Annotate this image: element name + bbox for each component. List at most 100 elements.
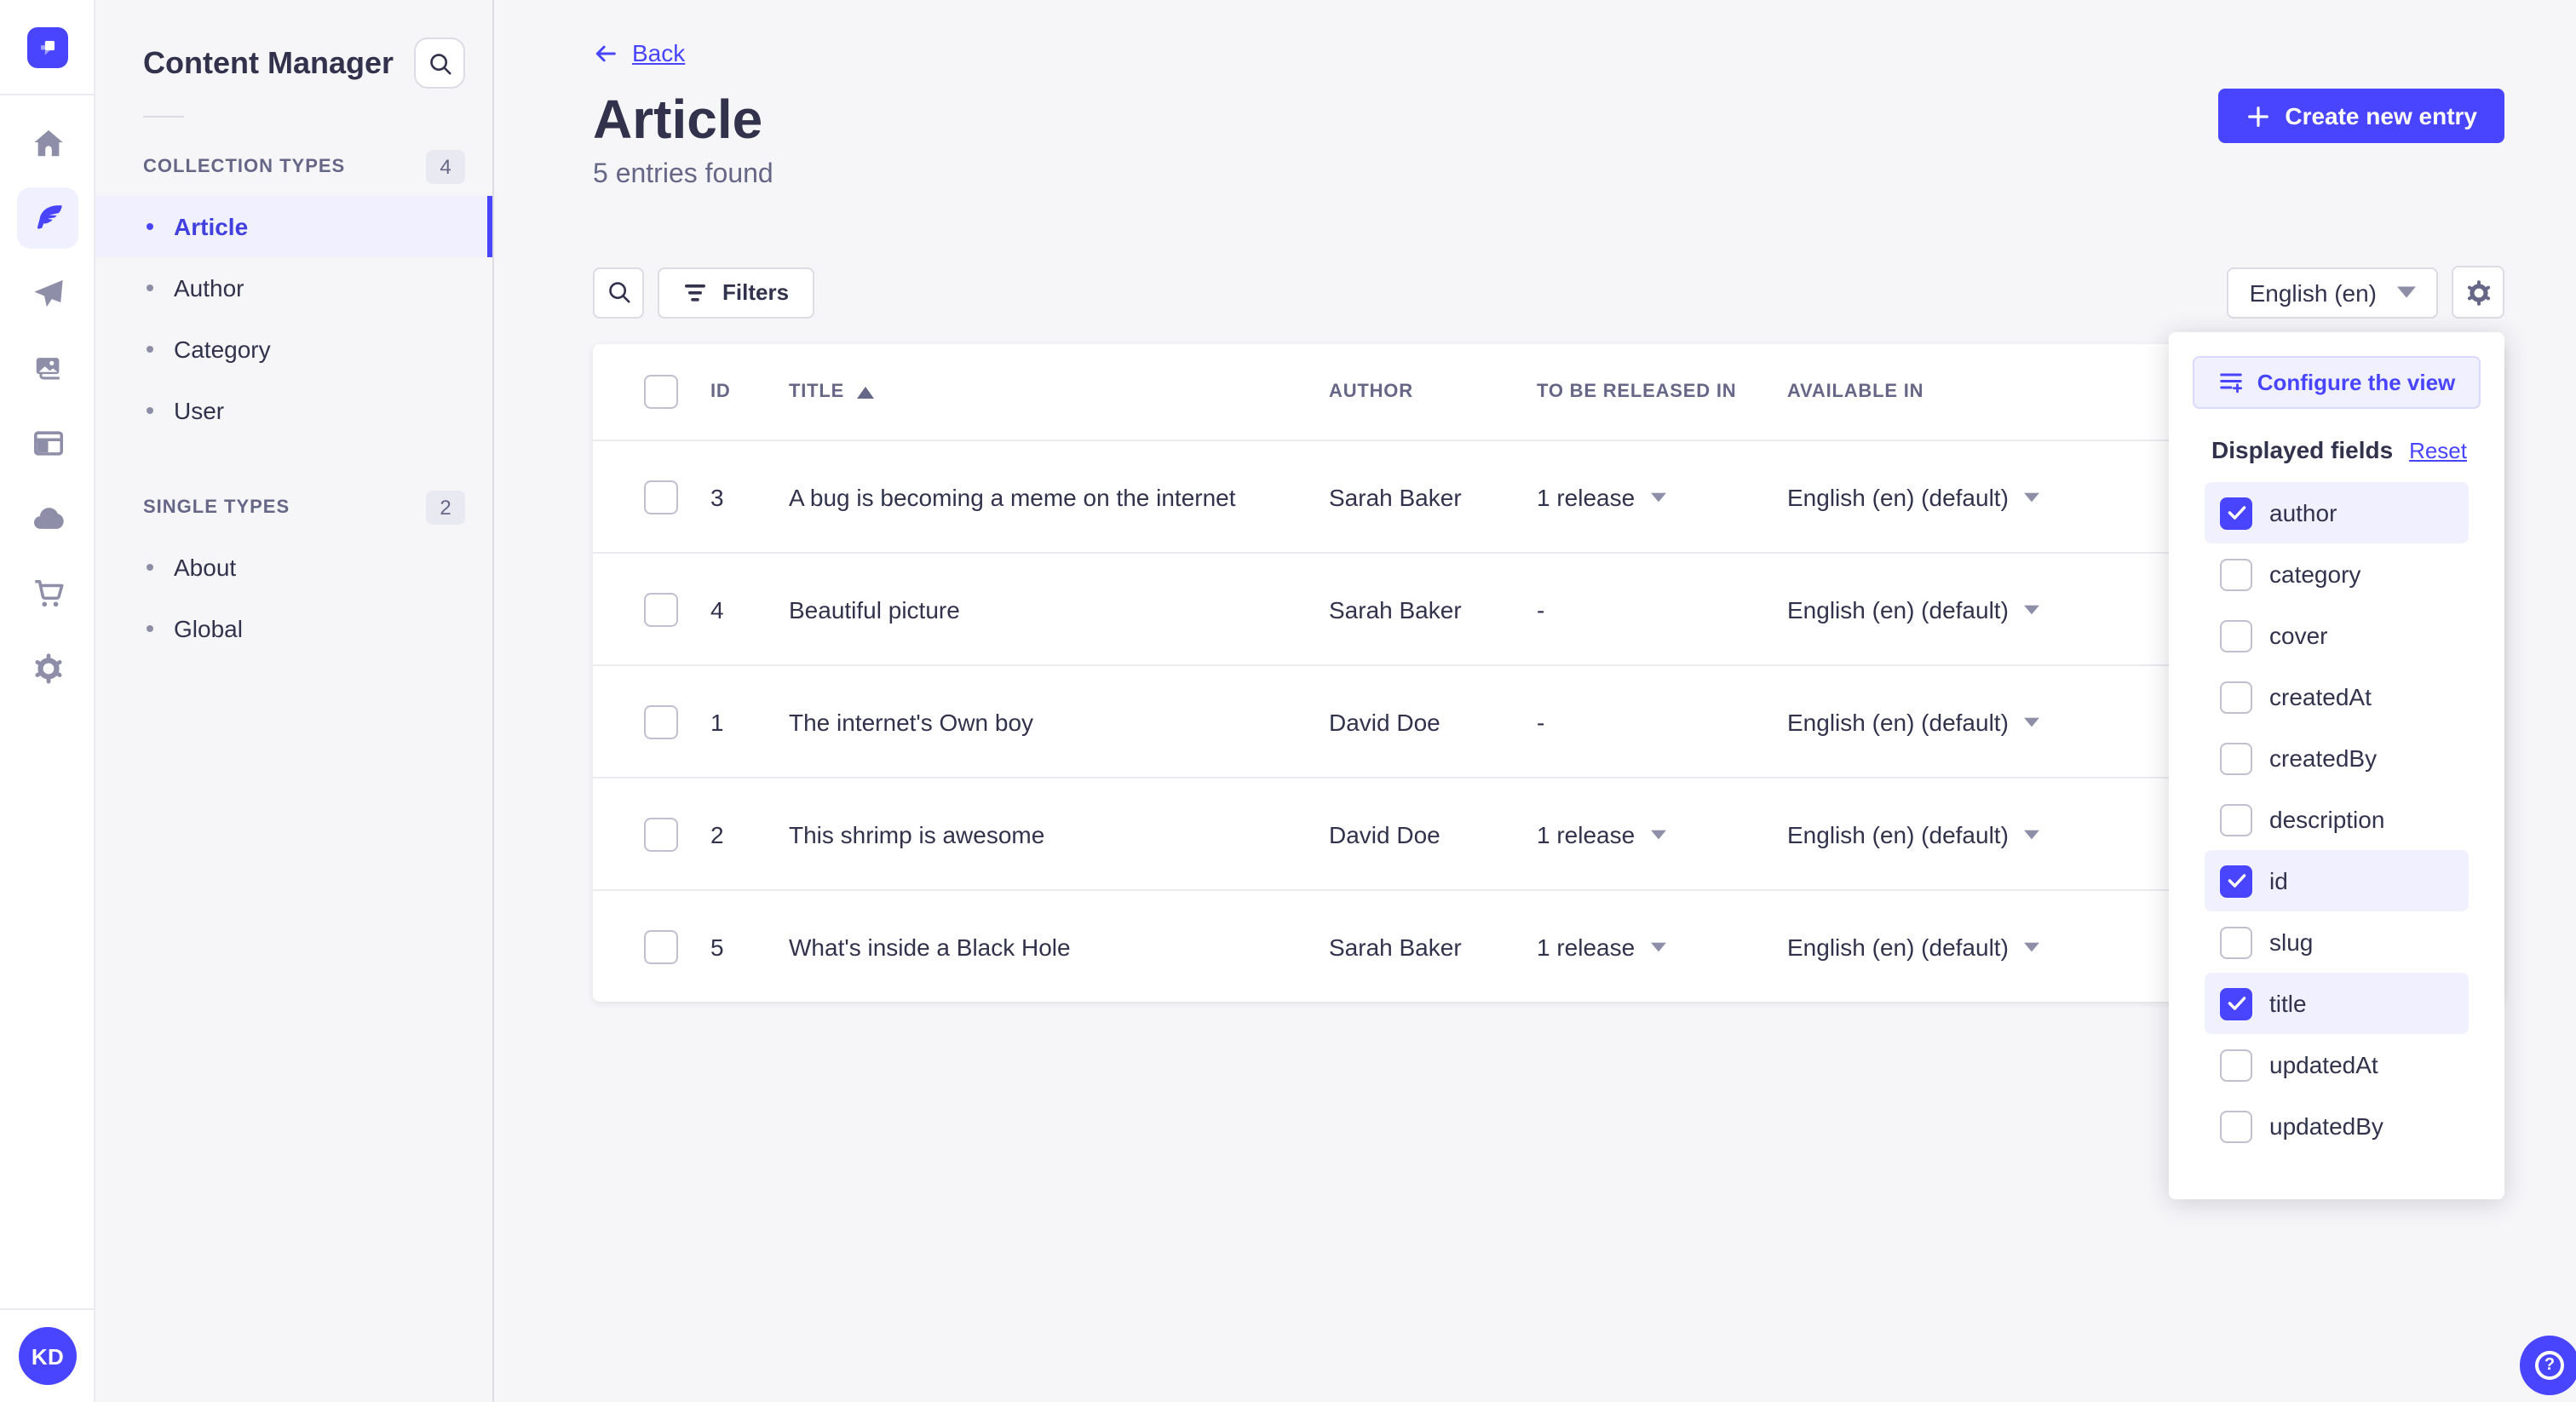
cell-title: This shrimp is awesome: [789, 820, 1045, 848]
field-label: category: [2269, 560, 2361, 588]
field-option-author[interactable]: author: [2205, 482, 2469, 543]
back-label: Back: [632, 39, 686, 66]
page-title: Article: [593, 89, 763, 150]
section-label-single-types: SINGLE TYPES: [143, 497, 290, 518]
home-icon[interactable]: [17, 112, 78, 174]
cell-to-be-released-in[interactable]: 1 release: [1537, 933, 1755, 960]
chevron-down-icon: [2024, 604, 2039, 614]
rail-footer: KD: [0, 1308, 95, 1402]
chevron-down-icon: [2397, 286, 2416, 298]
chevron-down-icon: [2024, 716, 2039, 727]
cell-to-be-released-in[interactable]: 1 release: [1537, 483, 1755, 510]
cell-author: David Doe: [1329, 708, 1440, 735]
checkbox-icon: [2220, 681, 2252, 713]
row-checkbox[interactable]: [644, 704, 678, 738]
chevron-down-icon: [1650, 941, 1665, 951]
gear-icon: [2464, 279, 2492, 306]
checkbox-icon: [2220, 803, 2252, 836]
field-label: updatedAt: [2269, 1051, 2378, 1078]
locale-cell-value: English (en) (default): [1787, 483, 2009, 510]
chevron-down-icon: [2024, 829, 2039, 839]
media-library-icon[interactable]: [17, 337, 78, 399]
cell-to-be-released-in: -: [1537, 595, 1545, 623]
locale-select[interactable]: English (en): [2227, 267, 2438, 318]
row-checkbox[interactable]: [644, 480, 678, 514]
view-settings-button[interactable]: [2452, 266, 2504, 319]
locale-value: English (en): [2249, 279, 2377, 306]
sidebar-title: Content Manager: [143, 45, 394, 79]
row-checkbox[interactable]: [644, 817, 678, 851]
content-type-builder-icon[interactable]: [17, 412, 78, 474]
releases-icon[interactable]: [17, 262, 78, 324]
entries-count: 5 entries found: [593, 160, 773, 189]
field-option-slug[interactable]: slug: [2205, 911, 2469, 973]
sidebar-item-about[interactable]: About: [95, 537, 492, 598]
bullet-icon: [147, 564, 153, 571]
field-option-description[interactable]: description: [2205, 789, 2469, 850]
content-manager-icon[interactable]: [17, 187, 78, 249]
column-header-title[interactable]: TITLE: [789, 382, 1297, 402]
create-new-entry-button[interactable]: Create new entry: [2218, 89, 2504, 143]
back-link[interactable]: Back: [593, 39, 685, 66]
sidebar-item-label: Author: [174, 274, 244, 302]
locale-cell-value: English (en) (default): [1787, 820, 2009, 848]
field-label: author: [2269, 499, 2337, 526]
strapi-logo[interactable]: [26, 26, 67, 67]
collection-types-list: Article Author Category User: [95, 196, 492, 441]
sidebar-item-author[interactable]: Author: [95, 257, 492, 319]
avatar[interactable]: KD: [19, 1327, 77, 1385]
field-option-createdBy[interactable]: createdBy: [2205, 727, 2469, 789]
column-header-author[interactable]: AUTHOR: [1329, 382, 1504, 402]
sort-ascending-icon: [856, 386, 874, 398]
settings-icon[interactable]: [17, 637, 78, 698]
filters-label: Filters: [722, 279, 790, 305]
chevron-down-icon: [2024, 491, 2039, 502]
sidebar-item-category[interactable]: Category: [95, 319, 492, 380]
search-icon: [606, 279, 631, 305]
release-value: 1 release: [1537, 820, 1636, 848]
field-label: description: [2269, 806, 2385, 833]
cell-title: What's inside a Black Hole: [789, 933, 1071, 960]
locale-cell-value: English (en) (default): [1787, 708, 2009, 735]
select-all-checkbox[interactable]: [644, 375, 678, 409]
field-option-createdAt[interactable]: createdAt: [2205, 666, 2469, 727]
sidebar-item-article[interactable]: Article: [95, 196, 492, 257]
bullet-icon: [147, 284, 153, 291]
cell-title: Beautiful picture: [789, 595, 960, 623]
field-option-updatedBy[interactable]: updatedBy: [2205, 1095, 2469, 1157]
help-button[interactable]: ?: [2520, 1336, 2576, 1395]
filter-icon: [685, 284, 705, 301]
checkbox-icon: [2220, 742, 2252, 774]
sidebar-item-user[interactable]: User: [95, 380, 492, 441]
configure-view-popover: Configure the view Displayed fields Rese…: [2169, 332, 2504, 1199]
locale-cell-value: English (en) (default): [1787, 595, 2009, 623]
cell-author: Sarah Baker: [1329, 483, 1462, 510]
field-option-cover[interactable]: cover: [2205, 605, 2469, 666]
field-option-title[interactable]: title: [2205, 973, 2469, 1034]
cell-id: 3: [710, 483, 724, 510]
filters-button[interactable]: Filters: [658, 267, 815, 318]
chevron-down-icon: [1650, 829, 1665, 839]
field-option-updatedAt[interactable]: updatedAt: [2205, 1034, 2469, 1095]
sidebar-item-global[interactable]: Global: [95, 598, 492, 659]
cell-to-be-released-in[interactable]: 1 release: [1537, 820, 1755, 848]
column-header-to-be-released-in[interactable]: TO BE RELEASED IN: [1537, 382, 1755, 402]
bullet-icon: [147, 346, 153, 353]
field-option-category[interactable]: category: [2205, 543, 2469, 605]
marketplace-icon[interactable]: [17, 562, 78, 623]
field-option-id[interactable]: id: [2205, 850, 2469, 911]
reset-link[interactable]: Reset: [2409, 437, 2467, 463]
bullet-icon: [147, 223, 153, 230]
logo-section: [0, 0, 94, 95]
cloud-icon[interactable]: [17, 487, 78, 549]
search-icon: [427, 50, 452, 76]
configure-the-view-button[interactable]: Configure the view: [2193, 356, 2481, 409]
table-search-button[interactable]: [593, 267, 644, 318]
sidebar-search-button[interactable]: [414, 37, 465, 89]
rail-nav: [0, 112, 95, 698]
cell-author: David Doe: [1329, 820, 1440, 848]
sidebar-item-label: User: [174, 397, 225, 424]
column-header-id[interactable]: ID: [710, 382, 756, 402]
row-checkbox[interactable]: [644, 592, 678, 626]
row-checkbox[interactable]: [644, 929, 678, 963]
